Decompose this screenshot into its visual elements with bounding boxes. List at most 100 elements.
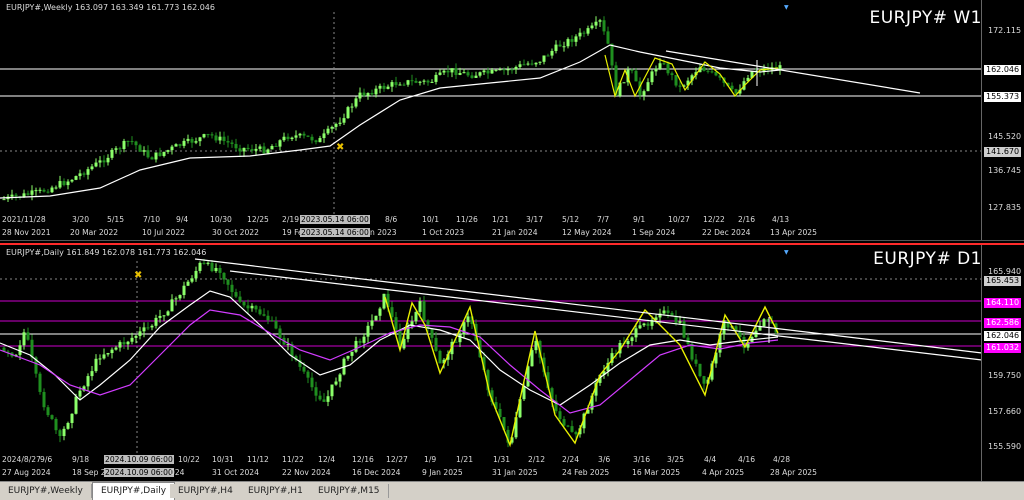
candle-body: [194, 270, 198, 279]
candle-body: [346, 355, 350, 359]
candle-body: [150, 157, 154, 160]
candle-body: [450, 68, 454, 73]
weekly-chart-canvas[interactable]: ✖: [0, 0, 982, 240]
date-label: 1 Sep 2024: [632, 228, 676, 237]
candle-body: [506, 69, 510, 71]
candle-body: [674, 75, 678, 86]
weekly-price-scale[interactable]: 172.115 162.046 155.373 145.520 141.670 …: [981, 0, 1024, 240]
candle-body: [262, 146, 266, 154]
date-tick: 8/6: [385, 215, 398, 224]
date-tick: 4/4: [704, 455, 717, 464]
date-tick: 4/28: [773, 455, 791, 464]
candle-body: [366, 92, 370, 96]
candle-body: [74, 396, 78, 414]
candle-body: [102, 354, 106, 359]
candle-body: [634, 70, 638, 82]
candle-body: [642, 323, 646, 326]
candle-body: [218, 268, 222, 273]
candle-body: [54, 418, 58, 431]
candle-body: [46, 407, 50, 416]
candle-body: [126, 140, 130, 142]
candle-body: [38, 373, 42, 392]
candle-body: [158, 315, 162, 318]
candle-body: [578, 32, 582, 37]
candle-body: [382, 293, 386, 309]
candle-body: [78, 390, 82, 397]
candle-body: [278, 140, 282, 147]
zigzag-line: [384, 296, 779, 448]
candle-body: [126, 341, 130, 345]
candle-body: [162, 315, 166, 317]
candle-body: [210, 262, 214, 272]
candle-body: [226, 141, 230, 143]
candle-body: [354, 340, 358, 352]
date-tick: 2024/8/27: [2, 455, 41, 464]
candle-body: [198, 262, 202, 271]
candle-body: [186, 281, 190, 286]
daily-price-scale[interactable]: 165.940 165.453 164.110 162.586 162.046 …: [981, 245, 1024, 483]
candle-body: [258, 309, 262, 315]
candle-body: [434, 337, 438, 351]
candle-body: [66, 181, 70, 186]
candle-body: [334, 381, 338, 385]
candle-body: [518, 64, 522, 67]
candle-body: [414, 80, 418, 83]
candle-body: [30, 339, 34, 358]
candle-body: [682, 321, 686, 338]
candle-body: [562, 419, 566, 426]
tab-m15[interactable]: EURJPY#,M15: [310, 484, 389, 498]
candle-body: [610, 43, 614, 66]
candle-body: [190, 278, 194, 282]
tab-h4[interactable]: EURJPY#,H4: [170, 484, 242, 498]
candle-body: [438, 350, 442, 364]
chart-shift-arrow-icon[interactable]: ▼: [784, 4, 789, 11]
date-label: 16 Dec 2024: [352, 468, 401, 477]
weekly-chart-panel[interactable]: ✖ EURJPY#,Weekly 163.097 163.349 161.773…: [0, 0, 1024, 241]
candle-body: [190, 138, 194, 143]
candle-body: [198, 137, 202, 142]
candle-body: [118, 148, 122, 150]
candle-body: [286, 136, 290, 140]
candle-body: [174, 144, 178, 147]
candle-body: [26, 193, 30, 195]
candle-body: [642, 91, 646, 96]
candle-body: [74, 176, 78, 180]
candle-body: [262, 314, 266, 316]
candle-body: [122, 342, 126, 345]
candle-body: [142, 327, 146, 332]
candle-body: [66, 422, 70, 429]
candle-body: [394, 82, 398, 86]
candle-body: [138, 145, 142, 152]
tab-daily[interactable]: EURJPY#,Daily: [92, 482, 176, 500]
candle-body: [102, 160, 106, 163]
candle-body: [206, 134, 210, 136]
date-tick: 10/27: [668, 215, 690, 224]
date-tick: 12/25: [247, 215, 269, 224]
candle-body: [246, 305, 250, 309]
candle-body: [414, 311, 418, 322]
tab-h1[interactable]: EURJPY#,H1: [240, 484, 312, 498]
candle-body: [302, 366, 306, 372]
candle-body: [366, 325, 370, 337]
tab-weekly[interactable]: EURJPY#,Weekly: [0, 484, 92, 498]
candle-body: [362, 336, 366, 343]
candle-body: [310, 377, 314, 388]
candle-body: [466, 316, 470, 323]
date-tick: 3/6: [598, 455, 611, 464]
date-tick: 1/31: [493, 455, 511, 464]
daily-chart-canvas[interactable]: ✖: [0, 245, 982, 483]
date-label: 9 Jan 2025: [422, 468, 463, 477]
candle-body: [494, 69, 498, 71]
daily-chart-panel[interactable]: ✖ EURJPY#,Daily 161.849 162.078 161.773 …: [0, 243, 1024, 483]
candle-body: [690, 343, 694, 360]
chart-shift-arrow-icon[interactable]: ▼: [784, 249, 789, 256]
candle-body: [562, 46, 566, 48]
candle-body: [178, 144, 182, 146]
date-tick: 4/16: [738, 455, 756, 464]
date-tick: 10/30: [210, 215, 232, 224]
candle-body: [38, 189, 42, 191]
candle-body: [78, 173, 82, 177]
candle-body: [14, 194, 18, 197]
candle-body: [422, 80, 426, 82]
candle-body: [730, 85, 734, 90]
